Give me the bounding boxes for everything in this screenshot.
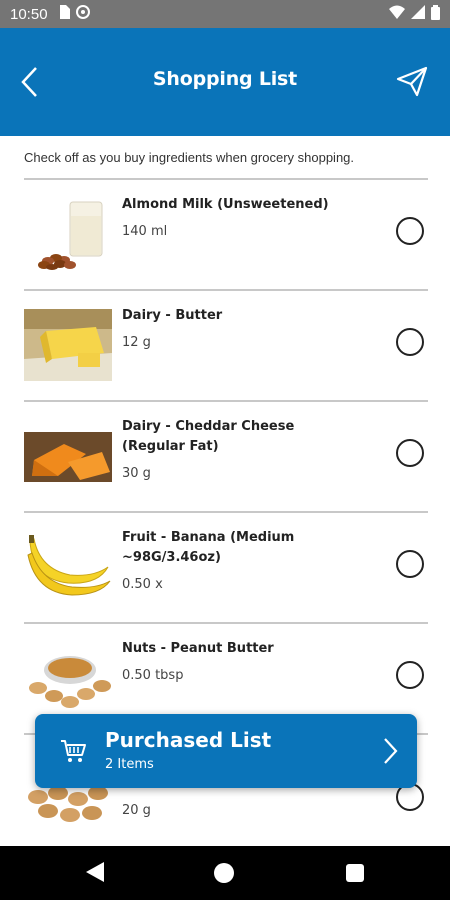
page-title: Shopping List: [152, 68, 298, 90]
almond-milk-image: [24, 198, 112, 270]
item-quantity: 20 g: [122, 803, 151, 818]
item-name: Nuts - Peanut Butter: [122, 641, 274, 656]
status-bar: 10:50: [0, 0, 450, 28]
item-name: Almond Milk (Unsweetened): [122, 197, 329, 212]
sync-icon: [75, 5, 90, 23]
purchased-list-button[interactable]: Purchased List 2 Items: [35, 714, 417, 788]
item-quantity: 0.50 x: [122, 577, 163, 592]
app-header: Shopping List: [0, 28, 450, 136]
purchase-checkbox[interactable]: [396, 439, 424, 467]
instruction-text: Check off as you buy ingredients when gr…: [24, 150, 355, 165]
wifi-icon: [389, 5, 405, 23]
item-quantity: 30 g: [122, 466, 151, 481]
list-item[interactable]: Dairy - Butter 12 g: [24, 291, 428, 400]
status-time: 10:50: [10, 5, 48, 23]
item-quantity: 140 ml: [122, 224, 168, 239]
navigation-bar: [0, 846, 450, 900]
nav-home-button[interactable]: [214, 863, 234, 883]
triangle-back-icon: [86, 862, 104, 882]
sd-card-icon: [58, 5, 70, 23]
purchase-checkbox[interactable]: [396, 550, 424, 578]
purchase-checkbox[interactable]: [396, 328, 424, 356]
list-item[interactable]: Almond Milk (Unsweetened) 140 ml: [24, 180, 428, 289]
nav-recents-button[interactable]: [346, 864, 364, 882]
shopping-cart-icon: [59, 736, 87, 764]
purchased-count: 2 Items: [105, 757, 154, 772]
item-quantity: 0.50 tbsp: [122, 668, 184, 683]
list-item[interactable]: Dairy - Cheddar Cheese (Regular Fat) 30 …: [24, 402, 428, 511]
send-icon: [396, 66, 428, 97]
send-button[interactable]: [396, 65, 428, 97]
purchased-list-title: Purchased List: [105, 728, 272, 752]
signal-icon: [411, 5, 425, 23]
banana-image: [24, 531, 112, 603]
purchase-checkbox[interactable]: [396, 217, 424, 245]
purchase-checkbox[interactable]: [396, 661, 424, 689]
item-name: Dairy - Butter: [122, 308, 223, 323]
cheddar-cheese-image: [24, 420, 112, 492]
item-name: Fruit - Banana (Medium ~98G/3.46oz): [122, 530, 295, 565]
battery-icon: [431, 4, 440, 24]
chevron-right-icon: [381, 736, 399, 766]
nav-back-button[interactable]: [86, 862, 104, 886]
peanut-butter-image: [24, 642, 112, 714]
list-item[interactable]: Fruit - Banana (Medium ~98G/3.46oz) 0.50…: [24, 513, 428, 622]
item-quantity: 12 g: [122, 335, 151, 350]
item-name: Dairy - Cheddar Cheese (Regular Fat): [122, 419, 295, 454]
butter-image: [24, 309, 112, 381]
